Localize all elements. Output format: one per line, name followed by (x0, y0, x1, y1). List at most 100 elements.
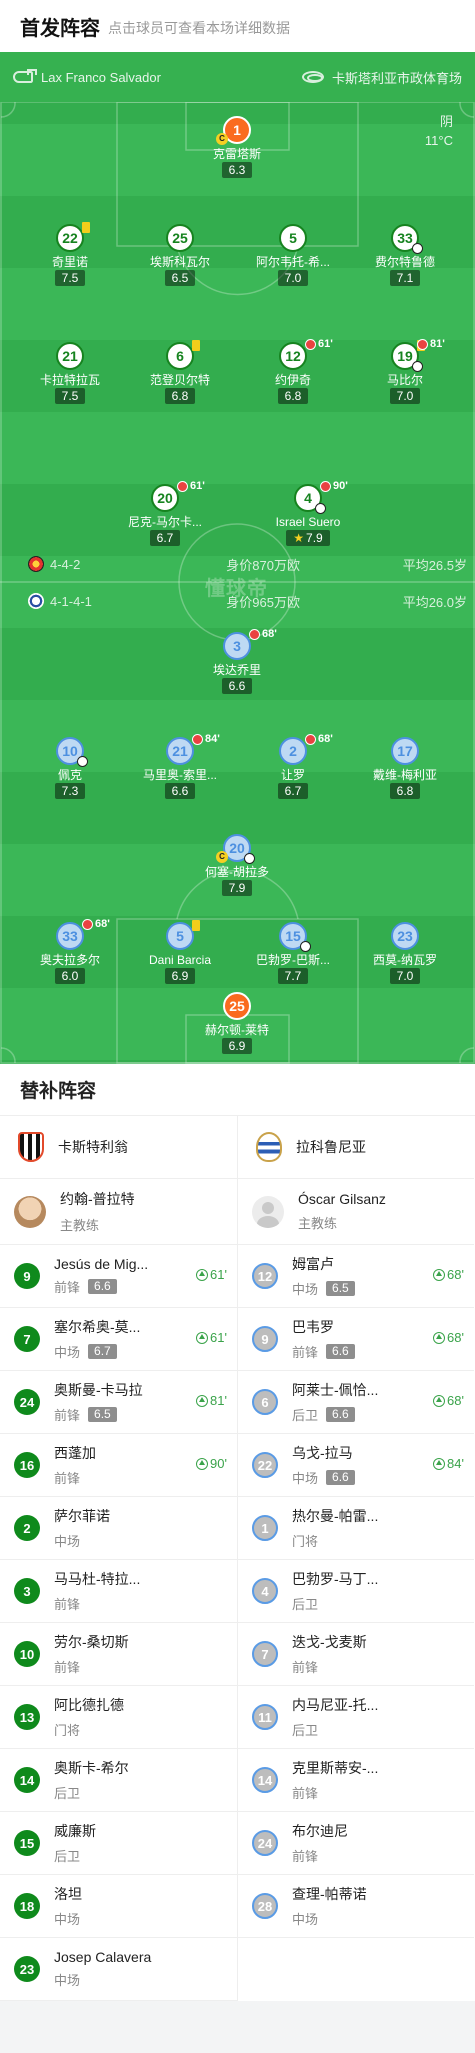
away-player[interactable]: 5 Dani Barcia 6.9 (125, 920, 235, 985)
substitute-number: 24 (14, 1389, 40, 1415)
home-player[interactable]: 1 C 克雷塔斯 6.3 (182, 116, 292, 179)
match-info-bar: Lax Franco Salvador 卡斯塔利亚市政体育场 (0, 52, 475, 102)
substitute-row[interactable]: 28 查理-帕蒂诺 中场 (238, 1875, 474, 1938)
substitute-row[interactable]: 10 劳尔-桑切斯 前锋 (0, 1623, 237, 1686)
substitute-row[interactable]: 7 迭戈-戈麦斯 前锋 (238, 1623, 474, 1686)
home-player[interactable]: 19 81' 马比尔 7.0 (350, 338, 460, 405)
player-rating: 6.0 (54, 968, 86, 984)
substitute-number: 24 (252, 1830, 278, 1856)
substitute-position: 前锋 (54, 1408, 81, 1423)
away-player[interactable]: 17 戴维-梅利亚 6.8 (350, 737, 460, 800)
substitute-row[interactable]: 22 乌戈-拉马 中场 6.6 84' (238, 1434, 474, 1497)
home-player[interactable]: 5 阿尔韦托-希... 7.0 (238, 224, 348, 287)
away-player[interactable]: 33 68' 奥夫拉多尔 6.0 (15, 918, 125, 985)
substitute-row[interactable]: 2 萨尔菲诺 中场 (0, 1497, 237, 1560)
substitute-row[interactable]: 9 巴韦罗 前锋 6.6 68' (238, 1308, 474, 1371)
substitute-position: 后卫 (54, 1786, 81, 1801)
home-coach[interactable]: 约翰-普拉特 主教练 (0, 1179, 237, 1245)
rating-value: 6.9 (228, 1039, 246, 1053)
rating-value: 6.8 (284, 389, 302, 403)
substitute-row[interactable]: 14 克里斯蒂安-... 前锋 (238, 1749, 474, 1812)
substitute-row[interactable]: 23 Josep Calavera 中场 (0, 1938, 237, 2001)
substitute-row[interactable]: 24 布尔迪尼 前锋 (238, 1812, 474, 1875)
substitute-position: 前锋 (54, 1597, 81, 1612)
substitute-row[interactable]: 13 阿比德扎德 门将 (0, 1686, 237, 1749)
away-player[interactable]: 10 佩克 7.3 (15, 737, 125, 800)
substitute-name: 热尔曼-帕雷... (292, 1508, 379, 1524)
substitute-row[interactable]: 18 洛坦 中场 (0, 1875, 237, 1938)
substitute-row[interactable]: 12 姆富卢 中场 6.5 68' (238, 1245, 474, 1308)
away-team-name: 拉科鲁尼亚 (296, 1139, 366, 1155)
substitute-row[interactable]: 7 塞尔希奥-莫... 中场 6.7 61' (0, 1308, 237, 1371)
away-player[interactable]: 15 巴勃罗-巴斯... 7.7 (238, 922, 348, 985)
substitute-row[interactable]: 9 Jesús de Mig... 前锋 6.6 61' (0, 1245, 237, 1308)
sub-off-icon (192, 733, 203, 745)
away-coach[interactable]: Óscar Gilsanz 主教练 (238, 1179, 474, 1245)
home-player[interactable]: 4 90' Israel Suero ★ 7.9 (253, 480, 363, 547)
substitute-row[interactable]: 6 阿莱士-佩恰... 后卫 6.6 68' (238, 1371, 474, 1434)
substitute-row[interactable]: 15 威廉斯 后卫 (0, 1812, 237, 1875)
home-player[interactable]: 33 费尔特鲁德 7.1 (350, 224, 460, 287)
home-player[interactable]: 25 埃斯科瓦尔 6.5 (125, 224, 235, 287)
away-value: 身价965万欧 (226, 594, 300, 610)
substitute-row[interactable]: 1 热尔曼-帕雷... 门将 (238, 1497, 474, 1560)
substitute-number: 2 (14, 1515, 40, 1541)
referee-info: Lax Franco Salvador (13, 69, 161, 85)
away-player[interactable]: 20 C 何塞-胡拉多 7.9 (182, 834, 292, 897)
goal-ball-icon (412, 361, 423, 372)
coach-role: 主教练 (60, 1218, 100, 1233)
substitute-position-row: 前锋 (292, 1783, 432, 1802)
player-name: 西莫-纳瓦罗 (373, 953, 437, 967)
substitute-position-row: 前锋 (54, 1594, 194, 1613)
substitute-row[interactable]: 4 巴勃罗-马丁... 后卫 (238, 1560, 474, 1623)
away-player[interactable]: 21 84' 马里奥-索里... 6.6 (125, 733, 235, 800)
substitute-number: 10 (14, 1641, 40, 1667)
away-player[interactable]: 23 西莫-纳瓦罗 7.0 (350, 922, 460, 985)
substitute-row[interactable]: 3 马马杜-特拉... 前锋 (0, 1560, 237, 1623)
jersey-number: 12 61' (279, 338, 333, 370)
substitute-position-row: 中场 (54, 1909, 194, 1928)
home-player[interactable]: 22 奇里诺 7.5 (15, 222, 125, 287)
sub-on-marker: 68' (433, 1267, 464, 1282)
home-player[interactable]: 12 61' 约伊奇 6.8 (238, 338, 348, 405)
sub-on-arrow-icon (196, 1268, 209, 1281)
away-team-header[interactable]: 拉科鲁尼亚 (238, 1116, 474, 1179)
sub-on-arrow-icon (433, 1457, 446, 1470)
home-player[interactable]: 21 卡拉特拉瓦 7.5 (15, 342, 125, 405)
star-icon: ★ (293, 531, 305, 545)
away-player[interactable]: 25 赫尔顿-莱特 6.9 (182, 992, 292, 1055)
substitutes-title: 替补阵容 (0, 1064, 475, 1116)
substitute-position-row: 后卫 6.6 (292, 1405, 432, 1424)
sub-off-marker: 68' (305, 733, 333, 745)
sub-off-marker: 81' (417, 338, 445, 350)
goal-ball-icon (77, 756, 88, 767)
substitute-row[interactable]: 11 内马尼亚-托... 后卫 (238, 1686, 474, 1749)
jersey-number-text: 3 (233, 638, 241, 654)
home-team-header[interactable]: 卡斯特利翁 (0, 1116, 237, 1179)
sub-on-minute: 68' (447, 1393, 464, 1408)
substitute-row[interactable]: 24 奥斯曼-卡马拉 前锋 6.5 81' (0, 1371, 237, 1434)
rating-value: 7.7 (284, 969, 302, 983)
rating-value: 6.6 (228, 679, 246, 693)
yellow-card-icon (82, 222, 90, 233)
substitute-position: 中场 (292, 1282, 319, 1297)
substitute-row[interactable]: 14 奥斯卡-希尔 后卫 (0, 1749, 237, 1812)
player-name: 佩克 (57, 768, 82, 782)
home-player[interactable]: 20 61' 尼克-马尔卡... 6.7 (110, 480, 220, 547)
player-rating: ★ 7.9 (286, 530, 330, 546)
sub-on-marker: 61' (196, 1330, 227, 1345)
substitute-position: 后卫 (54, 1849, 81, 1864)
substitute-name: 内马尼亚-托... (292, 1697, 379, 1713)
home-player[interactable]: 6 范登贝尔特 6.8 (125, 340, 235, 405)
substitute-row[interactable]: 16 西蓬加 前锋 90' (0, 1434, 237, 1497)
player-name: 让罗 (280, 768, 305, 782)
jersey-number: 25 (166, 224, 194, 252)
goal-ball-icon (244, 853, 255, 864)
away-player[interactable]: 2 68' 让罗 6.7 (238, 733, 348, 800)
substitute-position-row: 中场 (54, 1531, 194, 1550)
sub-on-minute: 68' (447, 1267, 464, 1282)
away-player[interactable]: 3 68' 埃达乔里 6.6 (182, 628, 292, 695)
substitute-name: 巴勃罗-马丁... (292, 1571, 379, 1587)
jersey-number-text: 25 (172, 230, 188, 246)
jersey-number: 15 (279, 922, 311, 952)
